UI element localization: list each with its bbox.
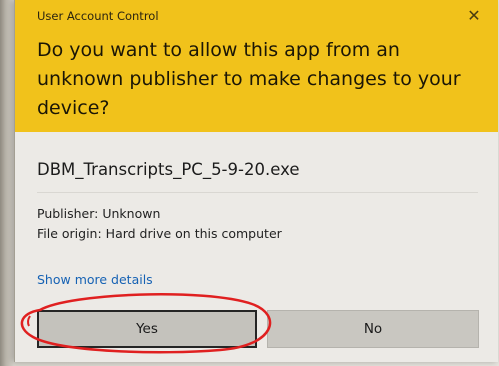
publisher-label: Publisher: Unknown — [37, 206, 161, 221]
dialog-header: User Account Control ✕ Do you want to al… — [15, 0, 498, 132]
photo-background: User Account Control ✕ Do you want to al… — [0, 0, 499, 366]
prompt-question: Do you want to allow this app from an un… — [37, 39, 461, 119]
dialog-title: User Account Control — [37, 9, 159, 23]
app-filename: DBM_Transcripts_PC_5-9-20.exe — [37, 160, 300, 179]
show-more-details-link[interactable]: Show more details — [37, 272, 153, 287]
yes-button[interactable]: Yes — [37, 310, 257, 348]
dialog-body: DBM_Transcripts_PC_5-9-20.exe Publisher:… — [15, 132, 498, 362]
close-icon[interactable]: ✕ — [464, 6, 484, 26]
no-button[interactable]: No — [267, 310, 479, 348]
uac-dialog: User Account Control ✕ Do you want to al… — [14, 0, 498, 362]
divider — [37, 192, 478, 193]
file-origin-label: File origin: Hard drive on this computer — [37, 226, 282, 241]
